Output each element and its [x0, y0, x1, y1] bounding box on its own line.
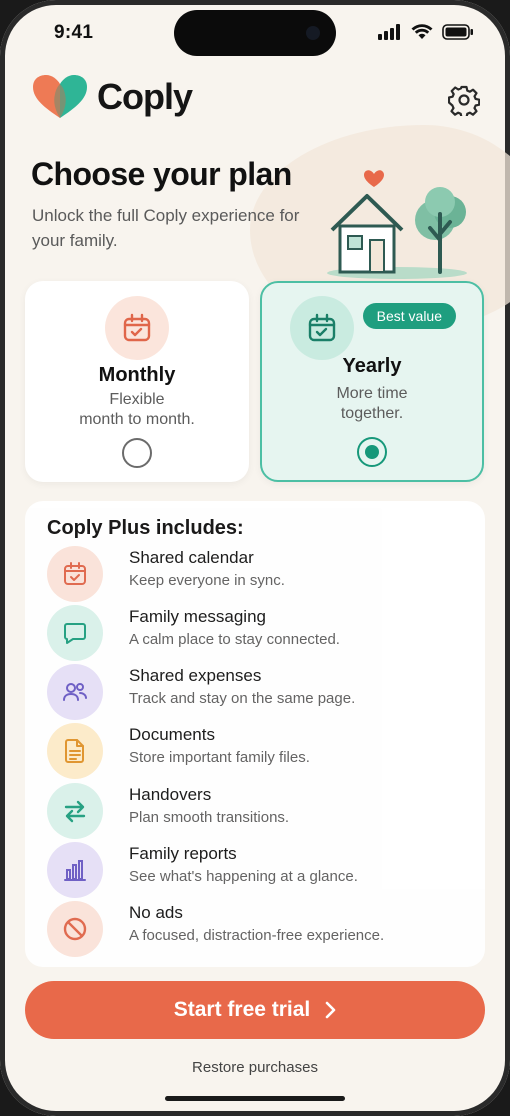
feature-title: Shared expenses	[129, 666, 262, 685]
feature-title: Shared calendar	[129, 548, 254, 567]
no-ads-icon	[63, 917, 87, 941]
calendar-icon	[64, 562, 86, 585]
battery-icon	[442, 24, 473, 40]
feature-desc: A calm place to stay connected.	[129, 631, 340, 648]
feature-documents: Documents Store important family files.	[47, 723, 467, 781]
status-icons	[378, 24, 474, 40]
plan-desc-yearly-line1: More time	[336, 385, 408, 402]
feature-desc: Store important family files.	[129, 749, 310, 766]
plan-name-yearly: Yearly	[342, 355, 402, 377]
settings-gear-icon[interactable]	[448, 84, 480, 116]
app-logo: Coply	[31, 74, 193, 120]
feature-icon-bg	[47, 664, 103, 720]
plan-desc-monthly-line1: Flexible	[109, 391, 165, 408]
feature-icon-bg	[47, 842, 103, 898]
feature-desc: A focused, distraction-free experience.	[129, 927, 385, 944]
feature-icon-bg	[47, 605, 103, 661]
plan-desc-yearly-line2: together.	[340, 405, 404, 422]
feature-desc: See what's happening at a glance.	[129, 868, 358, 885]
feature-desc: Keep everyone in sync.	[129, 572, 285, 589]
house-illustration	[327, 170, 467, 279]
feature-title: No ads	[129, 903, 183, 922]
plan-desc-monthly-line2: month to month.	[79, 411, 195, 428]
calendar-check-icon	[308, 313, 336, 342]
feature-title: Handovers	[129, 785, 212, 804]
feature-icon-bg	[47, 783, 103, 839]
feature-handovers: Handovers Plan smooth transitions.	[47, 783, 467, 841]
plan-desc-yearly: More time together.	[262, 384, 482, 424]
feature-desc: Plan smooth transitions.	[129, 809, 290, 826]
page-title: Choose your plan	[31, 156, 292, 192]
feature-shared-calendar: Shared calendar Keep everyone in sync.	[47, 546, 467, 604]
plan-desc-monthly: Flexible month to month.	[25, 390, 249, 430]
radio-monthly[interactable]	[122, 438, 152, 468]
features-card: Coply Plus includes: Shared calendar Kee…	[25, 501, 485, 967]
document-icon	[65, 739, 84, 763]
feature-icon-bg	[47, 723, 103, 779]
feature-family-reports: Family reports See what's happening at a…	[47, 842, 467, 900]
heart-logo-icon	[33, 75, 87, 118]
wifi-icon	[411, 24, 433, 39]
radio-yearly[interactable]	[357, 437, 387, 467]
dynamic-island	[174, 10, 336, 56]
feature-title: Family reports	[129, 844, 237, 863]
feature-shared-expenses: Shared expenses Track and stay on the sa…	[47, 664, 467, 722]
feature-title: Family messaging	[129, 607, 266, 626]
page-subtitle: Unlock the full Coply experience for you…	[32, 206, 300, 250]
features-title: Coply Plus includes:	[47, 517, 244, 539]
swap-arrows-icon	[64, 800, 86, 823]
signal-icon	[378, 24, 400, 40]
plan-icon-yearly	[290, 296, 354, 360]
plan-card-monthly[interactable]: Monthly Flexible month to month.	[25, 281, 249, 482]
feature-title: Documents	[129, 725, 215, 744]
restore-purchases-link[interactable]: Restore purchases	[0, 1059, 510, 1076]
home-indicator[interactable]	[165, 1096, 345, 1101]
feature-desc: Track and stay on the same page.	[129, 690, 356, 707]
users-icon	[63, 683, 87, 701]
plan-card-yearly[interactable]: Best value Yearly More time together.	[260, 281, 484, 482]
app-name: Coply	[97, 76, 193, 117]
start-free-trial-button[interactable]: Start free trial	[25, 981, 485, 1039]
chevron-right-icon	[325, 1001, 336, 1019]
feature-family-messaging: Family messaging A calm place to stay co…	[47, 605, 467, 663]
message-icon	[64, 623, 86, 644]
app-screen: 9:41 Coply Choose your plan Unlock the f…	[0, 0, 510, 1116]
feature-icon-bg	[47, 901, 103, 957]
calendar-icon	[123, 313, 151, 342]
status-time: 9:41	[54, 22, 94, 43]
feature-no-ads: No ads A focused, distraction-free exper…	[47, 901, 467, 959]
feature-icon-bg	[47, 546, 103, 602]
best-value-badge: Best value	[362, 303, 456, 329]
bar-chart-icon	[64, 860, 86, 881]
plan-icon-monthly	[105, 296, 169, 360]
plan-name-monthly: Monthly	[98, 364, 176, 386]
cta-label: Start free trial	[173, 998, 311, 1021]
